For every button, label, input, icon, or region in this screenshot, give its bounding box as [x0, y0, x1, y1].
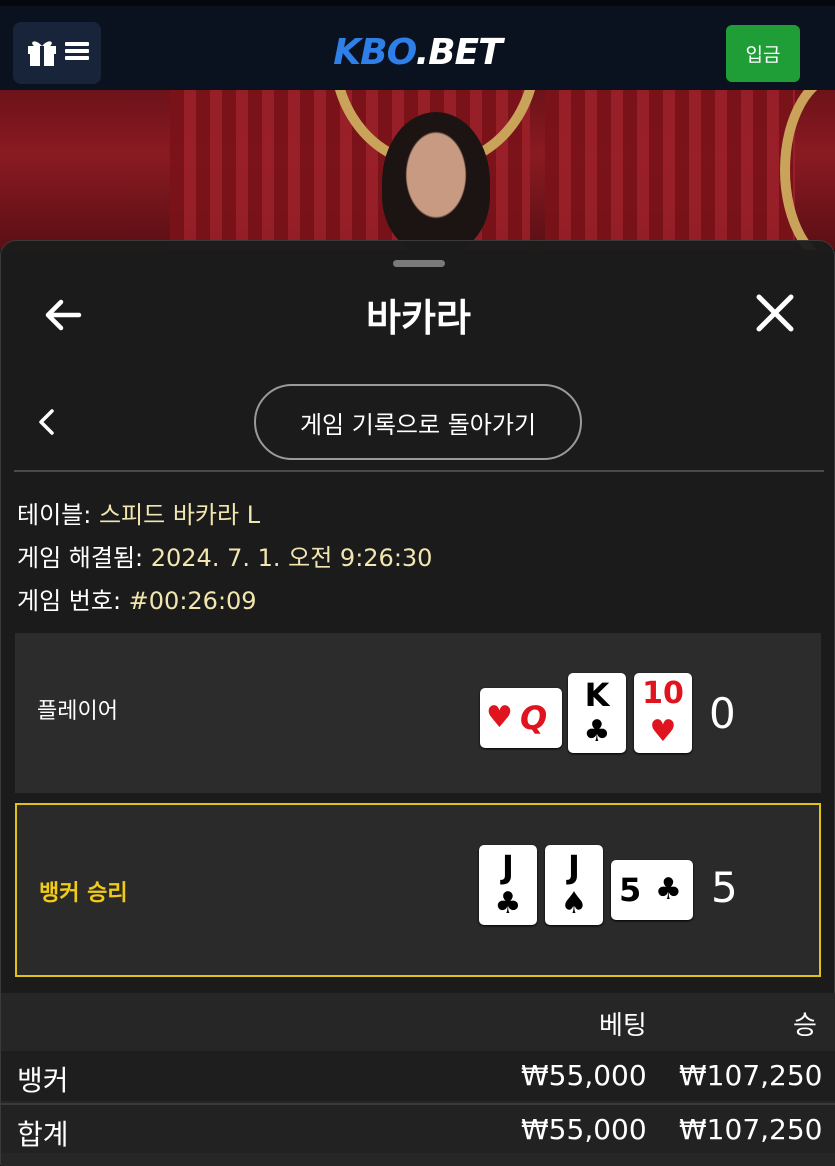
- column-header-win: 승: [793, 1011, 817, 1041]
- divider: [14, 470, 824, 472]
- brand-logo[interactable]: KBO.BET: [0, 32, 835, 73]
- player-score: 0: [709, 689, 736, 738]
- row-bet: ₩55,000: [521, 1059, 647, 1092]
- row-name: 합계: [17, 1118, 69, 1151]
- player-card-1: ♥ Q: [480, 688, 562, 748]
- row-name: 뱅커: [17, 1064, 69, 1097]
- deposit-button[interactable]: 입금: [726, 25, 800, 82]
- game-number-info: 게임 번호: #00:26:09: [17, 587, 257, 615]
- close-icon[interactable]: [753, 291, 797, 335]
- table-info: 테이블: 스피드 바카라 L: [17, 501, 261, 529]
- banker-card-1: J ♣: [479, 845, 537, 925]
- top-header: KBO.BET 입금: [0, 0, 835, 90]
- player-card-2: K ♣: [568, 673, 626, 753]
- live-video-feed: [0, 90, 835, 250]
- row-bet: ₩55,000: [521, 1113, 647, 1146]
- panel-title: 바카라: [366, 296, 471, 340]
- player-label: 플레이어: [37, 699, 118, 724]
- game-result-panel: 바카라 게임 기록으로 돌아가기 테이블: 스피드 바카라 L 게임 해결됨: …: [0, 240, 835, 1166]
- banker-card-2: J ♠: [545, 845, 603, 925]
- curtain-decor: [545, 90, 795, 250]
- column-header-bet: 베팅: [599, 1011, 647, 1041]
- table-row: 뱅커 ₩55,000 ₩107,250: [1, 1051, 835, 1101]
- row-win: ₩107,250: [679, 1113, 823, 1146]
- banker-score: 5: [711, 863, 738, 912]
- table-row-total: 합계 ₩55,000 ₩107,250: [1, 1103, 835, 1153]
- row-win: ₩107,250: [679, 1059, 823, 1092]
- back-to-history-button[interactable]: 게임 기록으로 돌아가기: [254, 384, 582, 460]
- drag-handle[interactable]: [393, 260, 445, 267]
- player-card-3: 10 ♥: [634, 673, 692, 753]
- bet-totals-table: 베팅 승 뱅커 ₩55,000 ₩107,250 합계 ₩55,000 ₩107…: [1, 993, 835, 1166]
- resolved-info: 게임 해결됨: 2024. 7. 1. 오전 9:26:30: [17, 544, 433, 572]
- dealer-image: [382, 112, 490, 250]
- banker-hand-row: 뱅커 승리 J ♣ J ♠ 5 ♣ 5: [15, 803, 821, 977]
- chevron-left-icon[interactable]: [33, 403, 61, 441]
- banker-card-3: 5 ♣: [611, 860, 693, 920]
- player-hand-row: 플레이어 ♥ Q K ♣ 10 ♥ 0: [15, 633, 821, 793]
- banker-win-label: 뱅커 승리: [39, 881, 128, 906]
